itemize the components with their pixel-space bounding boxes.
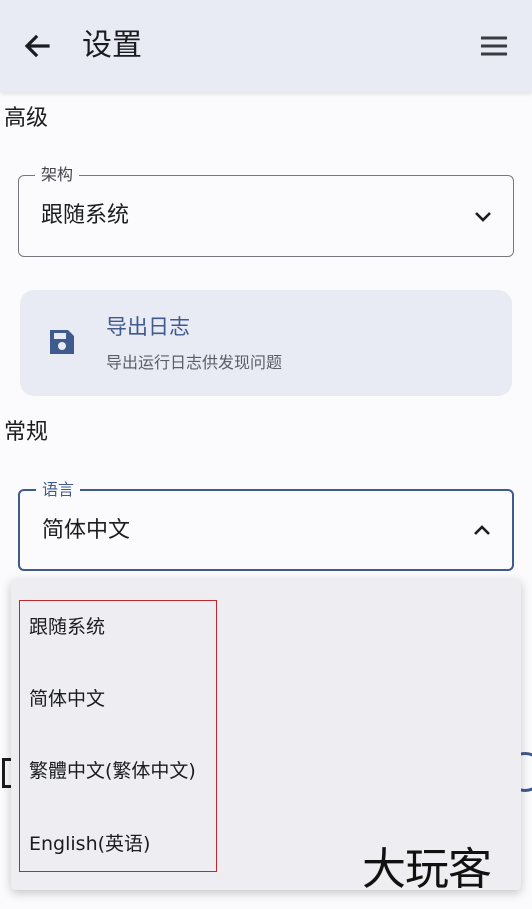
architecture-value: 跟随系统: [41, 203, 130, 228]
export-log-title: 导出日志: [106, 315, 190, 339]
menu-button[interactable]: [474, 26, 514, 66]
section-title-general: 常规: [4, 420, 49, 445]
language-select[interactable]: 语言 简体中文: [18, 479, 514, 571]
menu-icon: [481, 36, 507, 56]
section-title-advanced: 高级: [4, 106, 49, 131]
architecture-label: 架构: [35, 164, 80, 186]
watermark: 大玩客: [362, 844, 492, 895]
language-value: 简体中文: [42, 518, 131, 543]
language-label: 语言: [36, 479, 81, 501]
page-title: 设置: [82, 28, 142, 63]
chevron-up-icon: [474, 525, 490, 535]
export-log-button[interactable]: 导出日志 导出运行日志供发现问题: [20, 290, 512, 396]
architecture-select[interactable]: 架构 跟随系统: [18, 164, 514, 257]
app-bar: 设置: [0, 0, 532, 92]
save-icon: [50, 330, 74, 354]
back-button[interactable]: [18, 26, 58, 66]
annotation-highlight-box: [19, 600, 217, 872]
chevron-down-icon: [475, 212, 491, 222]
arrow-back-icon: [24, 34, 50, 58]
export-log-subtitle: 导出运行日志供发现问题: [106, 353, 283, 372]
